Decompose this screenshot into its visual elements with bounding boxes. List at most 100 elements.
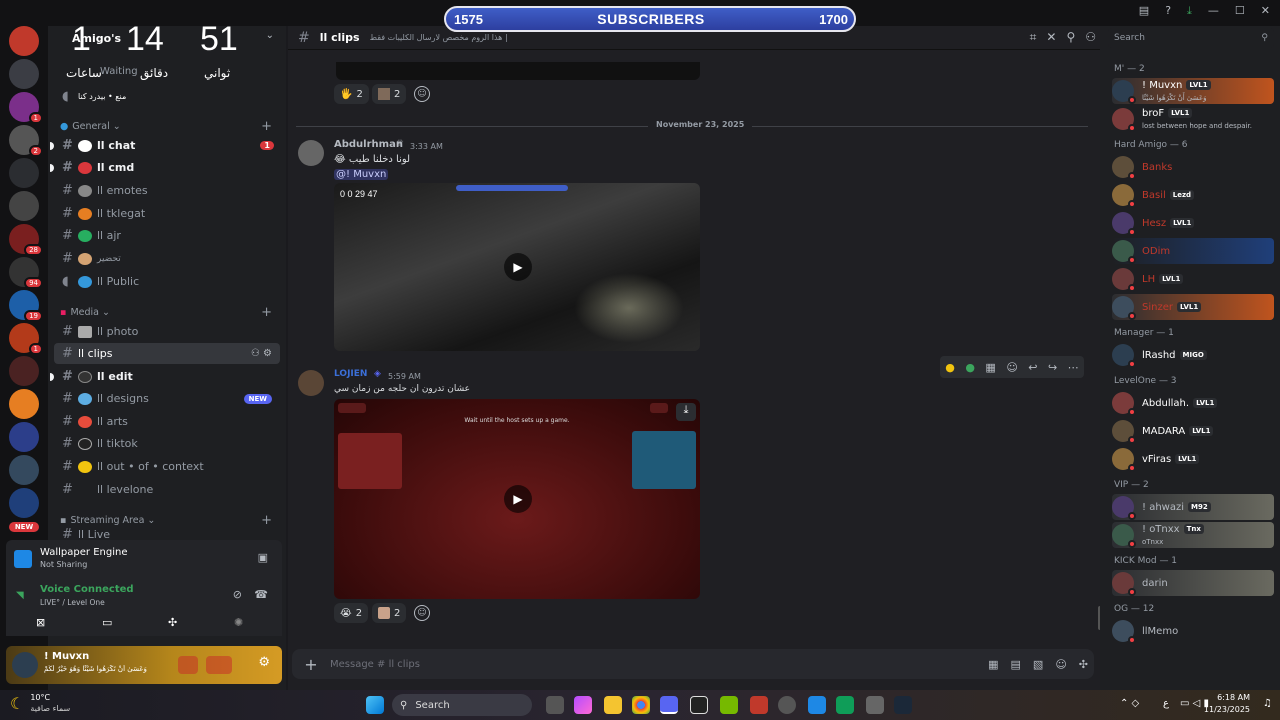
- channel-levelone[interactable]: # ll levelone: [54, 479, 280, 500]
- add-channel-icon[interactable]: +: [261, 119, 272, 134]
- member-item[interactable]: Basil Lezd: [1112, 182, 1274, 208]
- add-channel-icon[interactable]: +: [261, 305, 272, 320]
- channel-topic[interactable]: هذا الروم مخصص لارسال الكليبات فقط |: [370, 33, 508, 42]
- close-icon[interactable]: ✕: [1261, 4, 1270, 18]
- channel-chat[interactable]: # ll chat 1: [50, 135, 280, 156]
- server-icon[interactable]: 1: [9, 323, 43, 355]
- member-item[interactable]: MADARA LVL1: [1112, 418, 1274, 444]
- channel-arts[interactable]: # ll arts: [54, 411, 280, 432]
- taskbar-search[interactable]: ⚲ Search: [392, 694, 532, 716]
- add-reaction-icon[interactable]: ☺: [414, 86, 430, 102]
- avatar[interactable]: [1112, 524, 1136, 548]
- member-item[interactable]: vFiras LVL1: [1112, 446, 1274, 472]
- play-icon[interactable]: ▶: [504, 485, 532, 513]
- server-icon[interactable]: 1: [9, 92, 43, 124]
- channel-tklegat[interactable]: # ll tklegat: [54, 203, 280, 224]
- attach-plus-icon[interactable]: +: [292, 655, 330, 674]
- search-input[interactable]: Search ⚲: [1108, 28, 1274, 48]
- voice-status-title[interactable]: Voice Connected: [40, 584, 134, 595]
- server-icon[interactable]: [9, 356, 39, 386]
- more-icon[interactable]: ⋯: [1068, 361, 1079, 374]
- member-item[interactable]: Abdullah. LVL1: [1112, 390, 1274, 416]
- sticker-icon[interactable]: ▧: [1033, 658, 1043, 671]
- disconnect-icon[interactable]: ☎: [254, 588, 268, 601]
- app-icon[interactable]: [750, 696, 768, 714]
- add-reaction-icon[interactable]: ☺: [414, 605, 430, 621]
- channel-clips[interactable]: # ll clips ⚇ ⚙: [54, 343, 280, 364]
- avatar[interactable]: [1112, 496, 1136, 520]
- reply-icon[interactable]: ↩: [1028, 361, 1037, 374]
- deafen-icon[interactable]: [206, 656, 232, 674]
- gear-icon[interactable]: ⚙: [258, 655, 270, 670]
- gift-icon[interactable]: ▦: [988, 658, 998, 671]
- avatar[interactable]: [298, 140, 324, 166]
- steam-icon[interactable]: [894, 696, 912, 714]
- app-icon[interactable]: [808, 696, 826, 714]
- input-language[interactable]: ع: [1163, 698, 1169, 709]
- avatar[interactable]: [1112, 268, 1136, 292]
- maximize-icon[interactable]: ☐: [1235, 4, 1245, 18]
- gif-icon[interactable]: ▤: [1011, 658, 1021, 671]
- file-explorer-icon[interactable]: [604, 696, 622, 714]
- avatar[interactable]: [12, 652, 38, 678]
- chevron-down-icon[interactable]: ⌄: [266, 30, 274, 41]
- server-icon[interactable]: [9, 389, 39, 419]
- member-item[interactable]: ODim: [1112, 238, 1274, 264]
- tray-icons[interactable]: ⌃ ◇: [1120, 698, 1139, 709]
- add-reaction-icon[interactable]: ☺: [1006, 361, 1017, 374]
- reaction-chip[interactable]: 2: [372, 603, 407, 623]
- copilot-icon[interactable]: [574, 696, 592, 714]
- screen-share-icon[interactable]: ▭: [102, 616, 112, 629]
- app-icon[interactable]: [866, 696, 884, 714]
- message-input[interactable]: [330, 658, 930, 670]
- help-icon[interactable]: ?: [1165, 4, 1171, 18]
- voice-channel-name[interactable]: LIVE° / Level One: [40, 598, 105, 607]
- avatar[interactable]: [1112, 80, 1136, 104]
- activities-icon[interactable]: ✣: [168, 616, 177, 629]
- discord-icon[interactable]: [660, 696, 678, 714]
- server-icon[interactable]: [9, 422, 39, 452]
- category-streaming[interactable]: ▪ Streaming Area ⌄ +: [60, 512, 280, 528]
- server-icon[interactable]: [9, 59, 39, 89]
- member-item[interactable]: ! Muvxn LVL1 وَعَسَىٰ أَنْ تَكْرَهُوا شَيْ…: [1112, 78, 1274, 104]
- weather-widget[interactable]: ☾ 10°C سماء صافية: [10, 692, 70, 714]
- custom-reaction-icon[interactable]: ▦: [985, 361, 995, 374]
- reaction-chip[interactable]: 🖐 2: [334, 84, 369, 104]
- server-icon[interactable]: [9, 158, 39, 188]
- avatar[interactable]: [1112, 620, 1136, 644]
- avatar[interactable]: [1112, 572, 1136, 596]
- avatar[interactable]: [298, 370, 324, 396]
- chrome-icon[interactable]: [632, 696, 650, 714]
- channel-tahdeer[interactable]: # تحضير: [54, 248, 280, 269]
- channel-designs[interactable]: # ll designs NEW: [54, 388, 280, 409]
- member-item[interactable]: darin: [1112, 570, 1274, 596]
- emoji-icon[interactable]: ☺: [1055, 658, 1066, 671]
- avatar[interactable]: [1112, 108, 1136, 132]
- download-icon[interactable]: ⤓: [1187, 4, 1192, 18]
- camera-off-icon[interactable]: ⊠: [36, 616, 45, 629]
- avatar[interactable]: [1112, 240, 1136, 264]
- channel-public[interactable]: ◖ ll Public: [54, 271, 280, 292]
- channel-live[interactable]: # ll Live: [54, 528, 280, 540]
- task-view-icon[interactable]: [546, 696, 564, 714]
- reaction-emoji-icon[interactable]: ●: [945, 361, 955, 374]
- minimize-icon[interactable]: —: [1208, 4, 1219, 18]
- channel-cmd[interactable]: # ll cmd: [50, 157, 280, 178]
- notification-mute-icon[interactable]: ✕: [1046, 30, 1056, 45]
- voice-channel-item[interactable]: ◖ منع • بيدرد كنا: [54, 86, 280, 107]
- member-item[interactable]: lRashd MIGO: [1112, 342, 1274, 368]
- signal-icon[interactable]: ◥: [16, 590, 24, 601]
- server-icon[interactable]: 19: [9, 290, 43, 322]
- user-mention[interactable]: @! Muvxn: [334, 169, 389, 180]
- server-icon[interactable]: 28: [9, 224, 43, 256]
- category-media[interactable]: ▪ Media ⌄ +: [60, 304, 280, 320]
- avatar[interactable]: [1112, 448, 1136, 472]
- server-icon[interactable]: 2: [9, 125, 43, 157]
- channel-emotes[interactable]: # ll emotes: [54, 180, 280, 201]
- member-item[interactable]: ! ahwazi M92: [1112, 494, 1274, 520]
- soundboard-icon[interactable]: ✺: [234, 616, 243, 629]
- avatar[interactable]: [1112, 296, 1136, 320]
- noise-suppression-icon[interactable]: ⊘: [233, 588, 242, 601]
- avatar[interactable]: [1112, 344, 1136, 368]
- reaction-chip[interactable]: 2: [372, 84, 407, 104]
